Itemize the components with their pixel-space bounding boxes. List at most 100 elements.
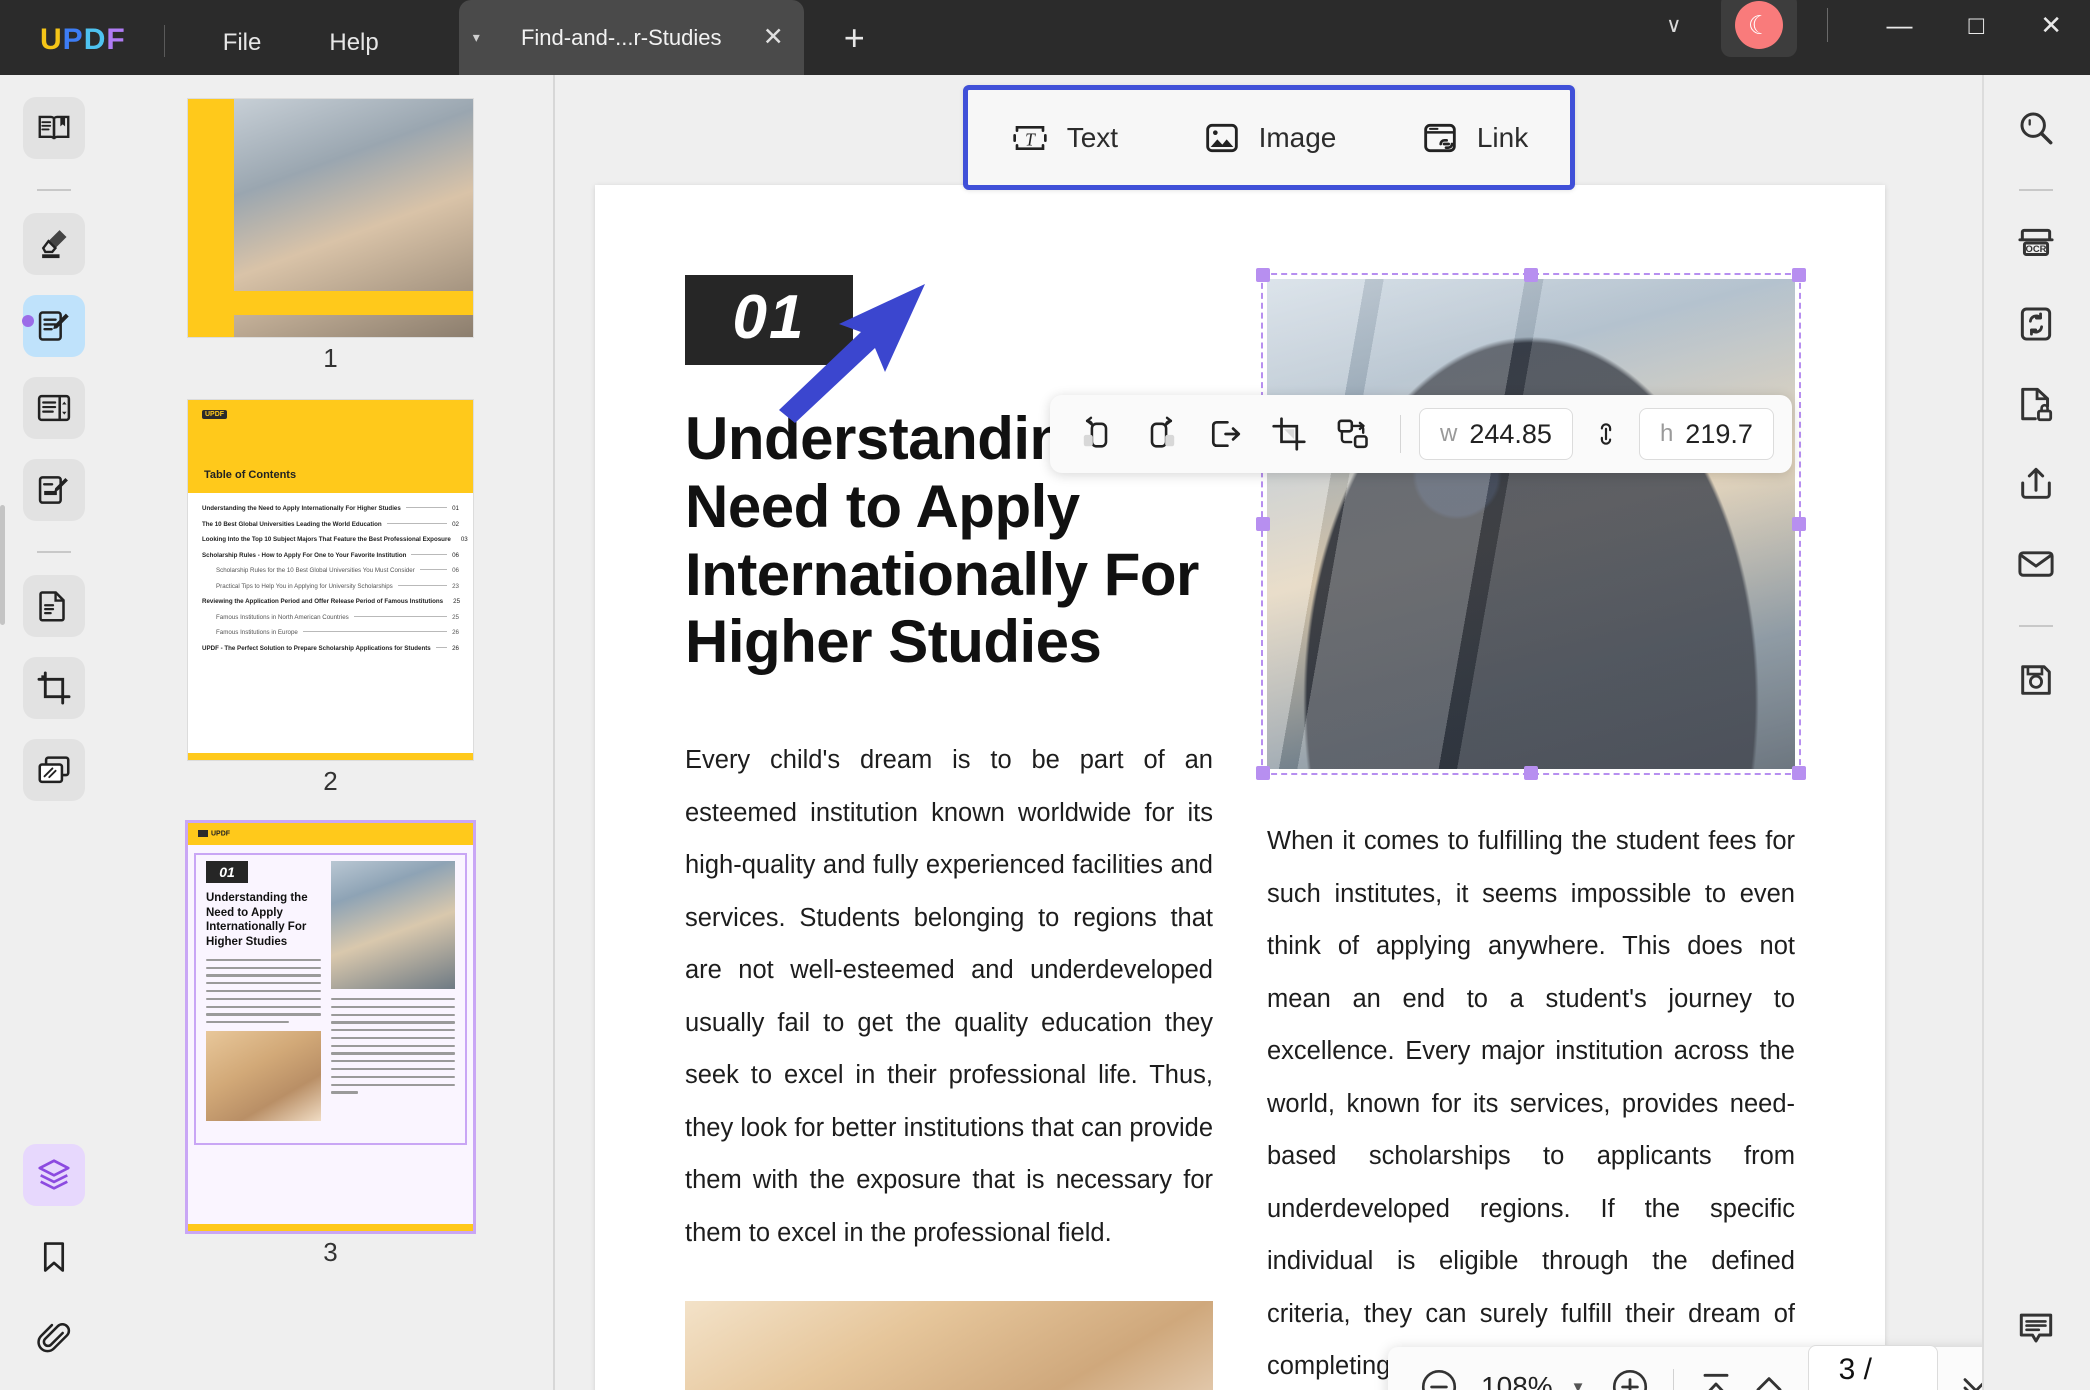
toc-row: Famous Institutions in North American Co… [202,614,459,621]
sidebar-item-convert[interactable] [2005,293,2067,355]
next-page-icon [1963,1378,1982,1390]
next-page-button[interactable] [1952,1360,1982,1390]
account-button[interactable]: ☾ [1721,0,1798,57]
sidebar-item-batch[interactable] [23,739,85,801]
tab-caret-icon[interactable]: ▾ [473,29,480,46]
image-context-toolbar: w 244.85 h 219.7 [1050,395,1792,473]
rotate-right-button[interactable] [1132,406,1190,462]
document-tab[interactable]: ▾ Find-and-...r-Studies ✕ [458,0,804,75]
sidebar-item-protect[interactable] [2005,373,2067,435]
toc-row-text: UPDF - The Perfect Solution to Prepare S… [202,644,431,652]
replace-image-button[interactable] [1324,406,1382,462]
sidebar-item-save[interactable] [2005,649,2067,711]
thumb-toc-heading: Table of Contents [204,469,297,481]
sidebar-item-layers[interactable] [23,1144,85,1206]
extract-image-button[interactable] [1196,406,1254,462]
resize-handle-top-left[interactable] [1256,268,1270,282]
selected-image[interactable] [1256,268,1806,780]
maximize-button[interactable]: □ [1940,10,2012,41]
sidebar-item-crop[interactable] [23,657,85,719]
edit-tool-text[interactable]: T Text [998,112,1130,164]
thumbnail-item-active[interactable]: UPDF 01 Understanding the Need to Apply … [188,823,473,1268]
sidebar-item-edit-pdf[interactable] [23,295,85,357]
body-paragraph-right[interactable]: When it comes to fulfilling the student … [1267,815,1795,1390]
lock-aspect-ratio-button[interactable] [1591,417,1621,451]
minimize-button[interactable]: — [1858,10,1940,41]
sidebar-item-share[interactable] [2005,453,2067,515]
document-view[interactable]: 01 Understanding the Need to Apply Inter… [555,75,1982,1390]
right-rail-separator-2 [2019,625,2053,627]
sidebar-item-attachments[interactable] [23,1308,85,1370]
resize-handle-bottom-center[interactable] [1524,766,1538,780]
rotate-left-button[interactable] [1068,406,1126,462]
resize-handle-bottom-right[interactable] [1792,766,1806,780]
svg-text:OCR: OCR [2026,244,2047,255]
sidebar-item-fill-sign[interactable] [23,459,85,521]
image-width-field[interactable]: w 244.85 [1419,408,1573,460]
page-indicator[interactable]: 3 / 30 [1807,1345,1938,1390]
close-button[interactable]: ✕ [2012,10,2090,41]
resize-handle-bottom-left[interactable] [1256,766,1270,780]
logo-letter-u: U [40,23,63,56]
toc-leader [435,646,448,648]
ocr-icon: OCR [2018,228,2054,256]
batch-pages-icon [38,756,70,784]
height-label: h [1659,420,1674,447]
toc-row: Understanding the Need to Apply Internat… [202,505,459,512]
edit-tool-text-label: Text [1066,121,1119,153]
zoom-level-value[interactable]: 108% [1481,1371,1553,1390]
caret-down-icon[interactable]: ▼ [1571,1379,1586,1390]
zoom-in-button[interactable] [1606,1360,1655,1390]
new-tab-button[interactable]: + [844,17,865,59]
titlebar-separator [1827,8,1829,42]
sidebar-item-page-layout[interactable] [23,377,85,439]
thumbnail-item[interactable]: UPDF Table of Contents Understanding the… [188,400,473,797]
toc-row: Scholarship Rules for the 10 Best Global… [202,567,459,574]
resize-handle-top-right[interactable] [1792,268,1806,282]
resize-handle-middle-left[interactable] [1256,517,1270,531]
toc-row-page: 06 [452,567,459,574]
logo-letter-f: F [106,23,126,56]
menu-file[interactable]: File [213,29,272,57]
sidebar-item-bookmarks[interactable] [23,1226,85,1288]
plus-circle-icon [1612,1369,1648,1390]
mail-icon [2018,551,2054,577]
toc-row-text: Practical Tips to Help You in Applying f… [216,582,393,590]
image-height-field[interactable]: h 219.7 [1638,408,1774,460]
thumb-toc-list: Understanding the Need to Apply Internat… [188,493,473,652]
toc-row-page: 25 [452,613,459,621]
thumbnail-panel[interactable]: 1 UPDF Table of Contents Understanding t… [108,75,553,1390]
toc-row-page: 02 [452,520,459,528]
page-photo-lower-left[interactable] [685,1301,1213,1390]
sidebar-item-convert[interactable] [23,575,85,637]
first-page-icon [1703,1373,1729,1390]
crop-image-button[interactable] [1260,406,1318,462]
sidebar-item-ocr[interactable]: OCR [2005,213,2067,275]
resize-handle-top-center[interactable] [1524,268,1538,282]
edit-tool-image[interactable]: Image [1190,112,1349,164]
chevron-down-icon[interactable]: ∨ [1650,5,1697,46]
tab-close-icon[interactable]: ✕ [763,25,784,50]
sidebar-item-comments[interactable] [2005,1296,2067,1358]
toc-leader [411,553,448,555]
thumb-logo: UPDF [198,830,230,838]
left-tool-rail [0,75,108,1390]
zoom-out-button[interactable] [1414,1360,1463,1390]
edit-tool-link[interactable]: Link [1408,112,1540,164]
body-paragraph-left[interactable]: Every child's dream is to be part of an … [685,734,1213,1259]
blue-arrow-icon [779,284,925,423]
first-page-button[interactable] [1691,1360,1740,1390]
sidebar-item-email[interactable] [2005,533,2067,595]
toc-leader [386,522,448,524]
previous-page-button[interactable] [1745,1360,1794,1390]
sidebar-item-reader[interactable] [23,97,85,159]
logo-letter-p: P [62,23,84,56]
menu-help[interactable]: Help [319,29,388,57]
prev-page-icon [1756,1377,1782,1390]
sidebar-item-annotate[interactable] [23,213,85,275]
sidebar-item-search[interactable] [2005,97,2067,159]
left-scrollbar[interactable] [0,505,5,625]
resize-handle-middle-right[interactable] [1792,517,1806,531]
thumbnail-item[interactable]: 1 [188,99,473,374]
highlighter-icon [41,230,67,259]
